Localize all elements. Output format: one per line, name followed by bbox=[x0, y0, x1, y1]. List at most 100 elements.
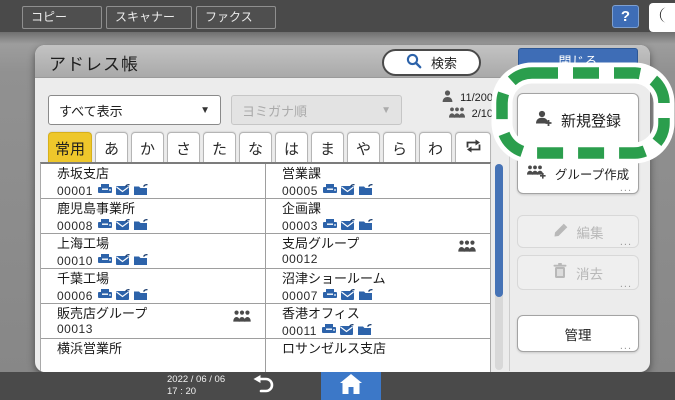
destination-icons bbox=[98, 252, 148, 270]
index-tab-wa[interactable]: わ bbox=[419, 132, 452, 163]
edit-button-disabled: 編集 ... bbox=[517, 215, 639, 248]
list-row: 赤坂支店 00001 営業課 00005 bbox=[41, 164, 490, 199]
energy-saver-button[interactable] bbox=[649, 3, 675, 32]
help-button[interactable]: ? bbox=[612, 5, 639, 28]
group-entry[interactable]: 販売店グループ 00013 bbox=[41, 304, 266, 338]
index-tab-ra[interactable]: ら bbox=[383, 132, 416, 163]
folder-icon bbox=[359, 182, 373, 200]
more-dots: ... bbox=[620, 183, 632, 193]
contact-entry[interactable]: 企画課 00003 bbox=[266, 199, 490, 233]
contact-name: 企画課 bbox=[282, 201, 490, 216]
delete-label: 消去 bbox=[576, 263, 603, 283]
person-add-icon bbox=[535, 110, 552, 131]
destination-icons bbox=[323, 287, 373, 305]
fax-icon bbox=[98, 287, 112, 305]
tab-scanner[interactable]: スキャナー bbox=[106, 6, 192, 29]
contact-count-row: 11/200 bbox=[413, 91, 493, 105]
pencil-icon bbox=[553, 223, 568, 241]
destination-icons bbox=[98, 287, 148, 305]
more-dots: ... bbox=[620, 341, 632, 351]
sort-order-value: ヨミガナ順 bbox=[242, 101, 307, 120]
folder-icon bbox=[358, 322, 372, 340]
group-entry[interactable]: 支局グループ 00012 bbox=[266, 234, 490, 268]
destination-icons bbox=[98, 182, 148, 200]
contact-number: 00010 bbox=[57, 254, 93, 268]
more-dots: ... bbox=[620, 279, 632, 289]
folder-icon bbox=[134, 182, 148, 200]
contact-name: ロサンゼルス支店 bbox=[282, 341, 490, 356]
list-scrollbar-thumb[interactable] bbox=[495, 164, 503, 297]
create-group-button[interactable]: グループ作成 ... bbox=[517, 152, 639, 194]
contact-entry[interactable]: 沼津ショールーム 00007 bbox=[266, 269, 490, 303]
manage-button[interactable]: 管理 ... bbox=[517, 315, 639, 352]
contact-number: 00012 bbox=[282, 252, 318, 266]
contact-entry[interactable]: 千葉工場 00006 bbox=[41, 269, 266, 303]
index-tab-a[interactable]: あ bbox=[95, 132, 128, 163]
contact-number: 00001 bbox=[57, 184, 93, 198]
index-tab-na[interactable]: な bbox=[239, 132, 272, 163]
index-tab-row: 常用 あ か さ た な は ま や ら わ bbox=[48, 132, 491, 163]
close-button[interactable]: 閉じる bbox=[518, 48, 638, 75]
home-icon bbox=[340, 374, 362, 399]
contact-number: 00007 bbox=[282, 289, 318, 303]
destination-icons bbox=[98, 217, 148, 235]
more-dots: ... bbox=[620, 237, 632, 247]
list-row: 上海工場 00010 支局グループ 00012 bbox=[41, 234, 490, 269]
chevron-down-icon: ▼ bbox=[381, 105, 391, 116]
list-row: 鹿児島事業所 00008 企画課 00003 bbox=[41, 199, 490, 234]
index-tab-ha[interactable]: は bbox=[275, 132, 308, 163]
list-scrollbar-track[interactable] bbox=[495, 164, 503, 370]
contact-entry[interactable]: 赤坂支店 00001 bbox=[41, 164, 266, 198]
contact-entry[interactable]: 営業課 00005 bbox=[266, 164, 490, 198]
contact-list: 赤坂支店 00001 営業課 00005 bbox=[40, 162, 491, 372]
fax-icon bbox=[98, 252, 112, 270]
folder-icon bbox=[359, 217, 373, 235]
destination-icons bbox=[323, 182, 373, 200]
group-icon bbox=[233, 309, 251, 327]
contact-entry[interactable]: 横浜営業所 bbox=[41, 339, 266, 372]
contact-name: 赤坂支店 bbox=[57, 166, 265, 181]
contact-number: 00008 bbox=[57, 219, 93, 233]
list-row: 販売店グループ 00013 香港オフィス 00011 bbox=[41, 304, 490, 339]
contact-number: 00011 bbox=[282, 324, 317, 338]
top-function-bar: コピー スキャナー ファクス ? bbox=[0, 0, 675, 32]
folder-icon bbox=[134, 252, 148, 270]
index-tab-ta[interactable]: た bbox=[203, 132, 236, 163]
index-tab-ka[interactable]: か bbox=[131, 132, 164, 163]
contact-entry[interactable]: 上海工場 00010 bbox=[41, 234, 266, 268]
contact-name: 鹿児島事業所 bbox=[57, 201, 265, 216]
group-count-row: 2/10 bbox=[413, 107, 493, 121]
tab-copy[interactable]: コピー bbox=[22, 6, 102, 29]
list-row: 千葉工場 00006 沼津ショールーム 00007 bbox=[41, 269, 490, 304]
contact-count: 11/200 bbox=[460, 92, 493, 104]
contact-entry[interactable]: ロサンゼルス支店 bbox=[266, 339, 490, 372]
search-icon bbox=[406, 53, 422, 72]
search-button[interactable]: 検索 bbox=[382, 49, 481, 76]
index-switch-tab[interactable] bbox=[455, 132, 491, 163]
moon-icon bbox=[654, 6, 670, 29]
fax-icon bbox=[322, 322, 336, 340]
index-tab-sa[interactable]: さ bbox=[167, 132, 200, 163]
address-book-panel: アドレス帳 検索 閉じる すべて表示 ▼ ヨミガナ順 ▼ 11/200 2/10 bbox=[35, 45, 650, 372]
create-group-label: グループ作成 bbox=[555, 164, 629, 183]
back-button[interactable] bbox=[243, 372, 283, 400]
new-registration-button[interactable]: 新規登録 ... bbox=[517, 93, 639, 148]
chevron-down-icon: ▼ bbox=[200, 105, 210, 116]
destination-icons bbox=[322, 322, 372, 340]
trash-icon bbox=[553, 263, 567, 282]
fax-icon bbox=[98, 217, 112, 235]
contact-name: 上海工場 bbox=[57, 236, 265, 251]
contact-entry[interactable]: 鹿児島事業所 00008 bbox=[41, 199, 266, 233]
email-icon bbox=[116, 252, 130, 270]
fax-icon bbox=[323, 182, 337, 200]
tab-fax[interactable]: ファクス bbox=[196, 6, 276, 29]
home-button[interactable] bbox=[321, 372, 381, 400]
contact-entry[interactable]: 香港オフィス 00011 bbox=[266, 304, 490, 338]
list-row: 横浜営業所 ロサンゼルス支店 bbox=[41, 339, 490, 372]
view-filter-dropdown[interactable]: すべて表示 ▼ bbox=[48, 95, 221, 125]
new-registration-label: 新規登録 bbox=[561, 110, 621, 131]
index-tab-frequent[interactable]: 常用 bbox=[48, 132, 92, 163]
index-tab-ya[interactable]: や bbox=[347, 132, 380, 163]
index-tab-ma[interactable]: ま bbox=[311, 132, 344, 163]
email-icon bbox=[341, 182, 355, 200]
